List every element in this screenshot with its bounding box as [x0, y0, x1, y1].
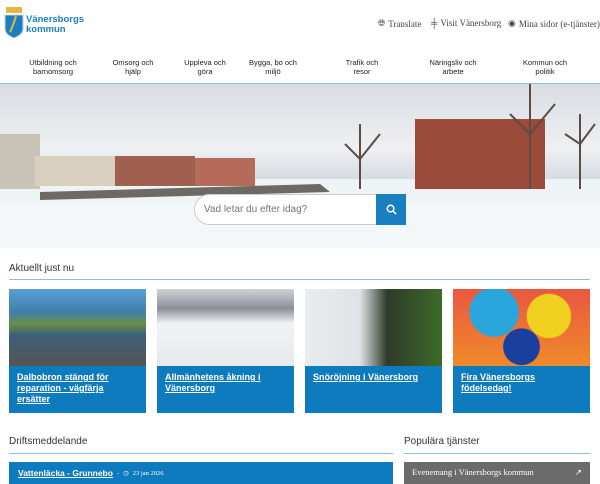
news-link[interactable]: Dalbobron stängd för reparation - vägfär…	[9, 366, 146, 411]
drift-item[interactable]: Vattenläcka - Grunnebo - ◷ 23 jan 2026	[9, 462, 393, 484]
globe-icon: 🌐︎	[378, 18, 386, 28]
nav-item[interactable]: Utbildning och barnomsorg	[13, 58, 93, 76]
nav-line2: miljö	[265, 67, 281, 76]
popular-item-label: Evenemang i Vänersborgs kommun	[412, 467, 534, 477]
nav-item[interactable]: Kommun och politik	[505, 58, 585, 76]
visit-link[interactable]: ╪ Visit Vänersborg	[431, 18, 501, 28]
news-card[interactable]: Dalbobron stängd för reparation - vägfär…	[9, 289, 146, 413]
search-icon	[386, 204, 397, 215]
drift-title: Vattenläcka - Grunnebo	[18, 468, 113, 478]
news-image	[453, 289, 590, 366]
news-card[interactable]: Allmänhetens åkning i Vänersborg	[157, 289, 294, 413]
nav-line2: hjälp	[125, 67, 141, 76]
clock-icon: ◷	[123, 470, 129, 477]
signpost-icon: ╪	[431, 18, 438, 28]
news-heading: Aktuellt just nu	[9, 263, 75, 274]
translate-link[interactable]: 🌐︎ Translate	[378, 18, 421, 29]
popular-heading: Populära tjänster	[404, 436, 480, 447]
search-button[interactable]	[376, 194, 406, 225]
translate-label: Translate	[388, 18, 422, 29]
search-input[interactable]	[195, 204, 375, 215]
news-image	[157, 289, 294, 366]
brand-line2: kommun	[26, 24, 66, 35]
nav-line2: politik	[535, 67, 555, 76]
nav-line1: Omsorg och	[112, 58, 154, 67]
popular-item[interactable]: Evenemang i Vänersborgs kommun ↗	[404, 462, 590, 484]
mina-sidor-link[interactable]: ◉ Mina sidor (e-tjänster)	[508, 18, 600, 29]
nav-line1: Kommun och	[522, 58, 568, 67]
popular-divider	[404, 453, 590, 454]
drift-divider	[9, 453, 393, 454]
news-image	[305, 289, 442, 366]
news-card[interactable]: Fira Vänersborgs födelsedag!	[453, 289, 590, 413]
search-field[interactable]	[194, 194, 406, 225]
nav-line1: Bygga, bo och	[249, 58, 297, 67]
nav-line1: Trafik och	[345, 58, 379, 67]
visit-label: Visit Vänersborg	[440, 18, 502, 28]
nav-item[interactable]: Trafik och resor	[322, 58, 402, 76]
news-card[interactable]: Snöröjning i Vänersborg	[305, 289, 442, 413]
news-link[interactable]: Allmänhetens åkning i Vänersborg	[157, 366, 294, 400]
news-divider	[9, 279, 590, 280]
external-link-icon: ↗	[574, 467, 582, 477]
coat-of-arms-logo[interactable]	[3, 6, 25, 40]
nav-item[interactable]: Näringsliv och arbete	[413, 58, 493, 76]
nav-line1: Näringsliv och	[429, 58, 477, 67]
brand-name[interactable]: Vänersborgs kommun	[26, 15, 96, 35]
user-icon: ◉	[508, 18, 516, 28]
nav-line2: resor	[353, 67, 371, 76]
drift-separator: -	[116, 469, 120, 477]
news-image	[9, 289, 146, 366]
drift-heading: Driftsmeddelande	[9, 436, 88, 447]
nav-item[interactable]: Omsorg och hjälp	[93, 58, 173, 76]
nav-line1: Utbildning och	[29, 58, 77, 67]
news-link[interactable]: Fira Vänersborgs födelsedag!	[453, 366, 590, 400]
nav-item[interactable]: Bygga, bo och miljö	[233, 58, 313, 76]
nav-line2: arbete	[442, 67, 464, 76]
news-link[interactable]: Snöröjning i Vänersborg	[305, 366, 442, 389]
nav-line2: barnomsorg	[32, 67, 74, 76]
drift-date: 23 jan 2026	[132, 469, 164, 477]
mina-label: Mina sidor (e-tjänster)	[518, 18, 600, 29]
